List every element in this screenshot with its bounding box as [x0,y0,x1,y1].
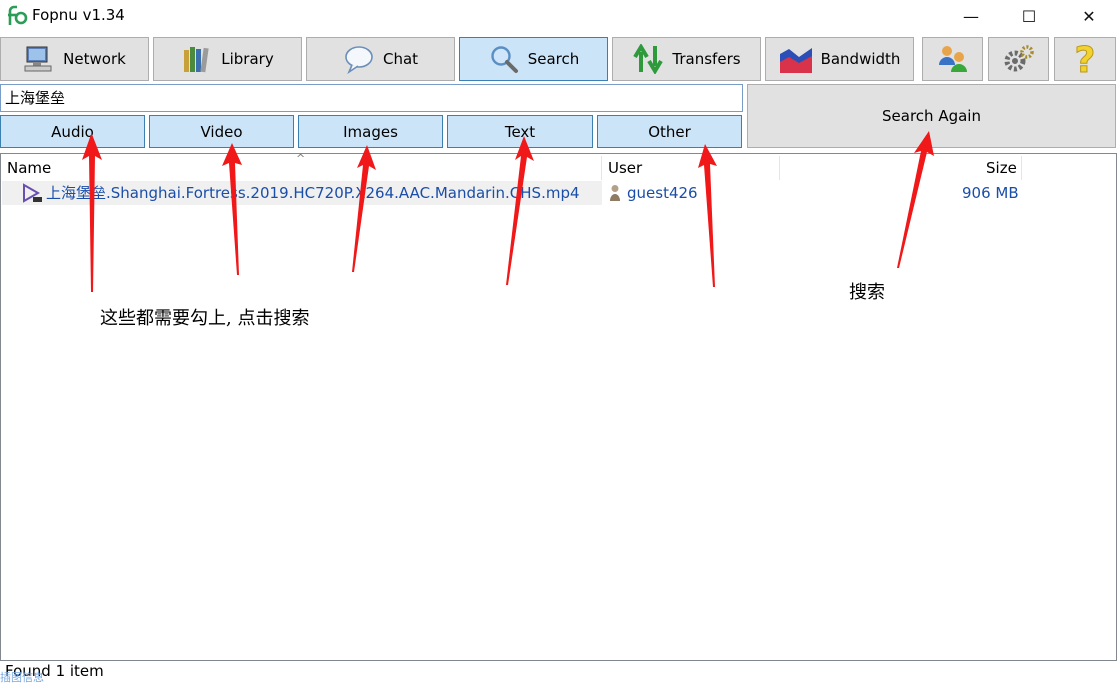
app-logo-icon [6,5,28,27]
corner-caption: 插图信息 [0,671,44,684]
chat-tab-label: Chat [382,50,419,68]
search-again-button[interactable]: Search Again [747,84,1116,148]
chat-tab[interactable]: Chat [306,37,455,81]
library-tab-label: Library [221,50,274,68]
magnifier-icon [491,46,518,73]
filter-video-button[interactable]: Video [149,115,294,148]
user-avatar-icon [609,184,621,206]
search-input[interactable]: 上海堡垒 [0,84,743,112]
bandwidth-graph-icon [779,48,812,73]
bandwidth-tab[interactable]: Bandwidth [765,37,914,81]
transfer-arrows-icon [633,44,664,74]
close-button[interactable]: ✕ [1066,0,1112,32]
filter-audio-button[interactable]: Audio [0,115,145,148]
minimize-button[interactable]: — [948,0,994,32]
network-tab-label: Network [63,50,126,68]
transfers-tab-label: Transfers [672,50,741,68]
result-user: guest426 [627,184,698,202]
gears-icon [1004,45,1034,72]
result-file-name[interactable]: 上海堡垒.Shanghai.Fortress.2019.HC720P.X264.… [46,181,580,205]
help-button[interactable]: ? [1054,37,1116,81]
users-button[interactable] [922,37,983,81]
filter-text-button[interactable]: Text [447,115,593,148]
column-divider[interactable] [601,156,602,180]
result-size: 906 MB [962,184,1019,202]
results-list[interactable] [0,153,1117,661]
column-header-size[interactable]: Size [986,154,1017,180]
filter-images-button[interactable]: Images [298,115,443,148]
sort-caret-icon: ^ [296,152,306,165]
svg-text:?: ? [1075,42,1096,76]
column-header-name[interactable]: Name [7,154,51,180]
settings-button[interactable] [988,37,1049,81]
bandwidth-tab-label: Bandwidth [820,50,901,68]
users-icon [938,46,967,72]
question-mark-icon: ? [1074,42,1096,76]
filter-other-button[interactable]: Other [597,115,742,148]
network-icon [24,46,52,72]
library-tab[interactable]: Library [153,37,302,81]
transfers-tab[interactable]: Transfers [612,37,761,81]
network-tab[interactable]: Network [0,37,149,81]
window-title: Fopnu v1.34 [32,6,125,24]
maximize-button[interactable]: ☐ [1006,0,1052,32]
video-file-icon [22,183,44,207]
column-divider[interactable] [1021,156,1022,180]
search-tab-label: Search [527,50,580,68]
library-icon [184,47,209,73]
search-tab[interactable]: Search [459,37,608,81]
column-divider[interactable] [779,156,780,180]
column-header-user[interactable]: User [608,154,642,180]
chat-bubble-icon [345,46,373,74]
